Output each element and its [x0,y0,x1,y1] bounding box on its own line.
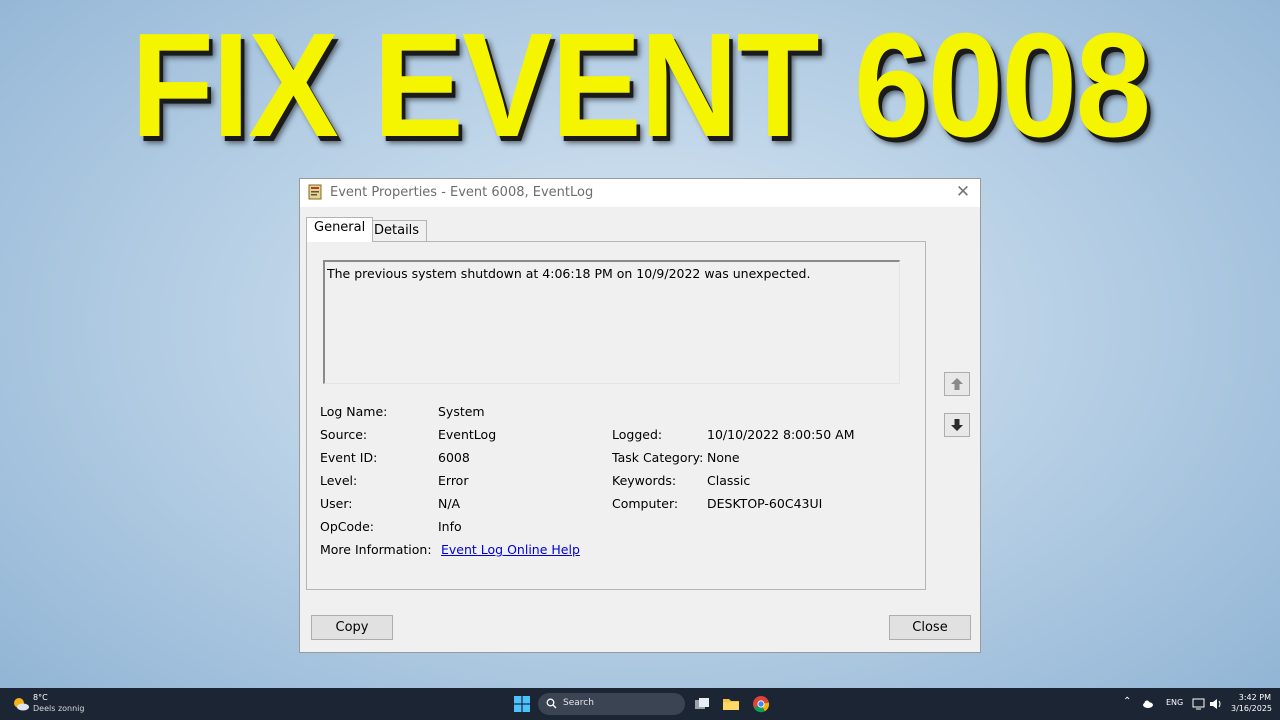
up-arrow-icon [951,378,963,390]
event-description: The previous system shutdown at 4:06:18 … [327,266,811,281]
file-explorer-icon[interactable] [721,694,741,714]
user-label: User: [320,496,353,511]
language-indicator[interactable]: ENG [1166,698,1183,707]
opcode-label: OpCode: [320,519,374,534]
logged-value: 10/10/2022 8:00:50 AM [707,427,855,442]
task-category-label: Task Category: [612,450,704,465]
task-category-value: None [707,450,740,465]
next-event-button[interactable] [944,413,970,437]
network-icon[interactable] [1192,697,1206,711]
clock-time[interactable]: 3:42 PM [1238,693,1271,702]
tab-general[interactable]: General [306,217,374,242]
general-panel: The previous system shutdown at 4:06:18 … [306,241,926,590]
dialog-title: Event Properties - Event 6008, EventLog [330,185,594,200]
event-log-online-help-link[interactable]: Event Log Online Help [441,542,580,557]
level-value: Error [438,473,469,488]
weather-icon[interactable] [12,695,30,713]
clock-date[interactable]: 3/16/2025 [1231,704,1272,713]
close-icon[interactable]: ✕ [952,181,974,203]
computer-label: Computer: [612,496,679,511]
weather-temperature[interactable]: 8°C [33,693,48,702]
taskbar-search-box[interactable]: Search [538,693,685,715]
event-properties-icon [308,184,322,200]
volume-icon[interactable] [1209,697,1223,711]
source-value: EventLog [438,427,497,442]
dialog-titlebar[interactable]: Event Properties - Event 6008, EventLog … [300,179,980,207]
close-button[interactable]: Close [889,615,971,640]
previous-event-button[interactable] [944,372,970,396]
search-placeholder: Search [563,698,594,708]
keywords-label: Keywords: [612,473,677,488]
opcode-value: Info [438,519,462,534]
logged-label: Logged: [612,427,663,442]
down-arrow-icon [951,419,963,431]
computer-value: DESKTOP-60C43UI [707,496,823,511]
source-label: Source: [320,427,368,442]
tab-details[interactable]: Details [366,220,428,242]
weather-description[interactable]: Deels zonnig [33,704,84,713]
event-properties-dialog: Event Properties - Event 6008, EventLog … [299,178,981,653]
cloud-icon[interactable] [1141,697,1155,711]
event-description-box[interactable]: The previous system shutdown at 4:06:18 … [323,260,900,384]
task-view-icon[interactable] [692,694,712,714]
user-value: N/A [438,496,461,511]
copy-button[interactable]: Copy [311,615,393,640]
windows-start-icon[interactable] [514,696,530,712]
more-info-label: More Information: [320,542,432,557]
event-id-label: Event ID: [320,450,378,465]
keywords-value: Classic [707,473,751,488]
chevron-up-icon[interactable]: ⌃ [1123,696,1131,707]
log-name-label: Log Name: [320,404,388,419]
headline-title: FIX EVENT 6008 [130,3,1151,168]
log-name-value: System [438,404,485,419]
level-label: Level: [320,473,358,488]
search-icon [546,698,557,709]
chrome-icon[interactable] [751,694,771,714]
taskbar: 8°C Deels zonnig Search ⌃ ENG 3:42 PM 3/… [0,688,1280,720]
event-id-value: 6008 [438,450,470,465]
